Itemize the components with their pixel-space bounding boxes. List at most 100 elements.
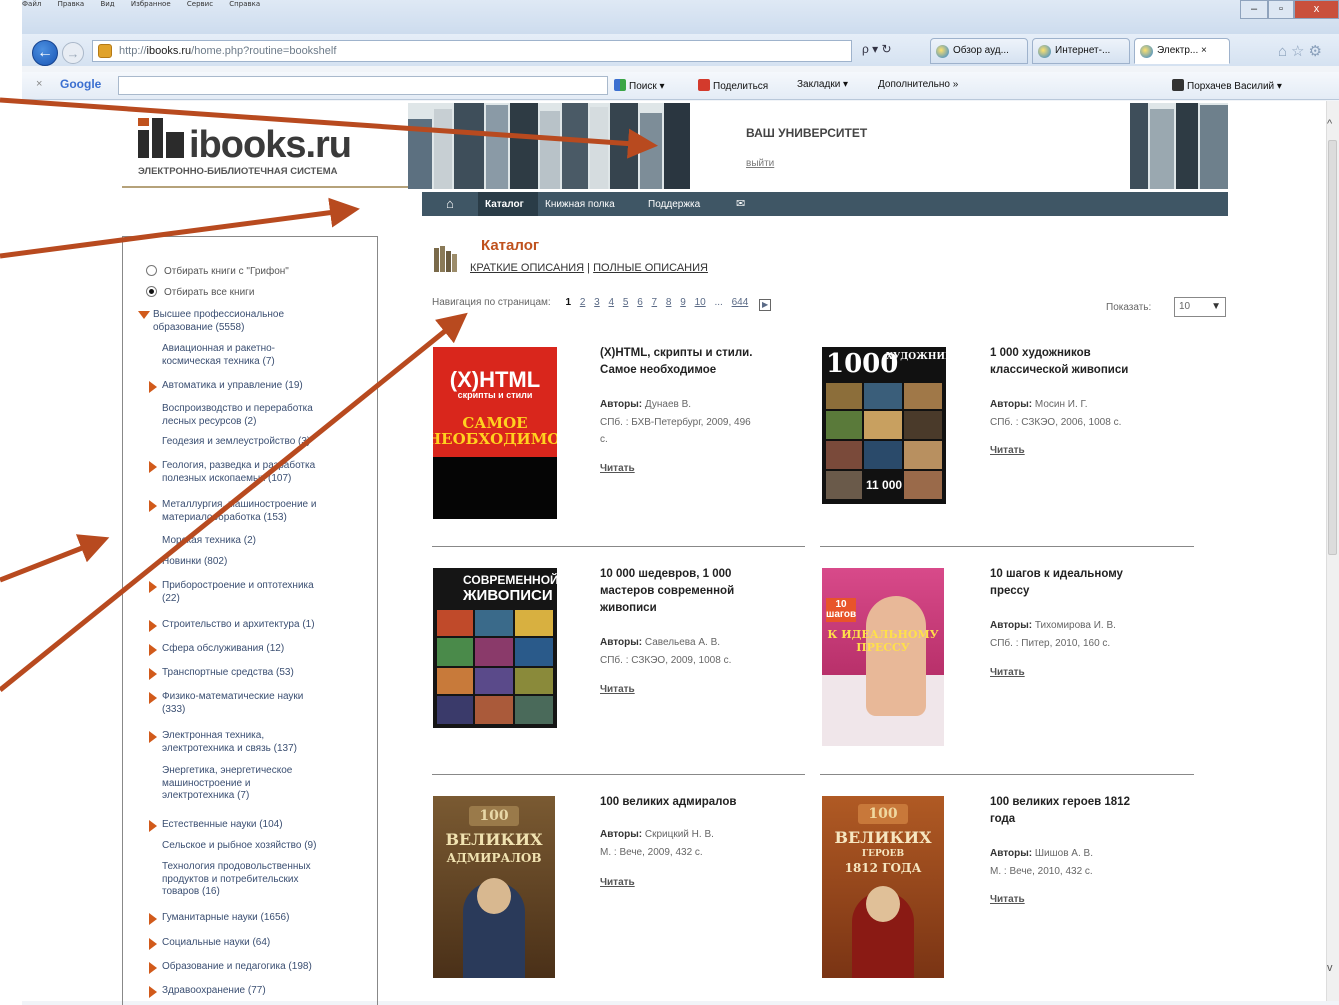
minimize-button[interactable]: – [1240,0,1268,19]
category-item[interactable]: Транспортные средства (53) [149,667,294,680]
filter-all-radio[interactable]: Отбирать все книги [146,286,254,298]
book-title[interactable]: 10 шагов к идеальному прессу [990,566,1123,600]
scroll-up-icon[interactable]: ^ [1327,118,1332,130]
read-link[interactable]: Читать [990,894,1025,905]
category-item[interactable]: Новинки (802) [162,556,227,569]
category-item[interactable]: Сельское и рыбное хозяйство (9) [162,840,316,853]
category-item[interactable]: Приборостроение и оптотехника (22) [149,580,314,605]
category-item[interactable]: Физико-математические науки (333) [149,691,303,716]
page-link[interactable]: 8 [666,297,672,308]
tab-1[interactable]: Обзор ауд... [930,38,1028,64]
collapsed-triangle-icon [149,913,157,925]
home-icon[interactable]: ⌂ [446,196,454,211]
category-item[interactable]: Технология продовольственных продуктов и … [162,861,311,899]
page-link[interactable]: 6 [637,297,643,308]
cover-text: СОВРЕМЕННОЙ [463,573,557,587]
nav-bookshelf[interactable]: Книжная полка [545,199,615,210]
category-item[interactable]: Авиационная и ракетно-космическая техник… [162,343,275,368]
category-higher-education[interactable]: Высшее профессиональное образование (5558… [138,309,284,334]
maximize-button[interactable]: ▫ [1268,0,1294,19]
category-item[interactable]: Автоматика и управление (19) [149,380,303,393]
tab-3-active[interactable]: Электр... × [1134,38,1230,64]
menu-file[interactable]: Файл [22,0,41,8]
category-item[interactable]: Гуманитарные науки (1656) [149,912,289,925]
logout-link[interactable]: выйти [746,158,774,169]
university-title: ВАШ УНИВЕРСИТЕТ [746,126,868,140]
next-page-icon[interactable]: ▶ [759,299,772,311]
page-link[interactable]: 5 [623,297,629,308]
site-logo-text[interactable]: ibooks.ru [189,124,352,167]
book-title[interactable]: 100 великих героев 1812 года [990,794,1130,828]
row-separator [820,774,1194,775]
category-item[interactable]: Воспроизводство и переработка лесных ресу… [162,403,313,428]
category-item[interactable]: Электронная техника, электротехника и свя… [149,730,297,755]
book-title[interactable]: (X)HTML, скрипты и стили. Самое необходим… [600,345,752,379]
page-link[interactable]: 7 [652,297,658,308]
nav-support[interactable]: Поддержка [648,199,700,210]
filter-grifon-radio[interactable]: Отбирать книги с "Грифон" [146,265,289,277]
page-link[interactable]: 3 [594,297,600,308]
menu-help[interactable]: Справка [229,0,260,8]
address-search-refresh[interactable]: ρ ▾ ↻ [862,42,892,56]
category-item[interactable]: Морская техника (2) [162,535,256,548]
book-cover-xhtml[interactable]: (X)HTML скрипты и стили САМОЕ НЕОБХОДИМО… [433,347,557,519]
category-item[interactable]: Строительство и архитектура (1) [149,619,315,632]
category-item[interactable]: Энергетика, энергетическое машиностроение… [162,765,292,803]
toolbar-user-button[interactable]: Порхачев Василий ▾ [1172,79,1282,92]
book-title[interactable]: 1 000 художников классической живописи [990,345,1128,379]
page-link[interactable]: 2 [580,297,586,308]
google-search-input[interactable] [118,76,608,95]
category-item[interactable]: Сфера обслуживания (12) [149,643,284,656]
browser-menu-bar: Файл Правка Вид Избранное Сервис Справка [22,0,382,10]
page-link[interactable]: 9 [680,297,686,308]
category-item[interactable]: Образование и педагогика (198) [149,961,312,974]
category-item[interactable]: Здравоохранение (77) [149,985,266,998]
book-cover-10-steps[interactable]: 10 шагов К ИДЕАЛЬНОМУ ПРЕССУ [822,568,944,746]
category-item[interactable]: Металлургия, машиностроение и материалооб… [149,499,316,524]
read-link[interactable]: Читать [990,667,1025,678]
book-cover-1000-artists[interactable]: 1000 ХУДОЖНИКОВ 11 000 [822,347,946,504]
nav-catalog[interactable]: Каталог [485,199,524,210]
book-cover-100-heroes-1812[interactable]: 100 ВЕЛИКИХ ГЕРОЕВ 1812 ГОДА [822,796,944,978]
page-last[interactable]: 644 [732,297,749,308]
scroll-down-icon[interactable]: v [1327,962,1333,974]
toolbar-bookmarks-button[interactable]: Закладки ▾ [797,79,848,90]
read-link[interactable]: Читать [990,445,1025,456]
book-cover-100-admirals[interactable]: 100 ВЕЛИКИХ АДМИРАЛОВ [433,796,555,978]
toolbar-close-button[interactable]: × [36,78,42,90]
tab-2[interactable]: Интернет-... [1032,38,1130,64]
book-title[interactable]: 10 000 шедевров, 1 000 мастеров современн… [600,566,734,617]
category-item[interactable]: Социальные науки (64) [149,937,270,950]
page-link[interactable]: 4 [609,297,615,308]
book-cover-10000-masterpieces[interactable]: СОВРЕМЕННОЙ ЖИВОПИСИ [433,568,557,728]
address-bar[interactable]: http://ibooks.ru/home.php?routine=booksh… [92,40,852,62]
menu-edit[interactable]: Правка [58,0,85,8]
scrollbar-thumb[interactable] [1328,140,1337,555]
read-link[interactable]: Читать [600,684,635,695]
book-authors: Авторы: Савельева А. В. [600,637,721,648]
toolbar-share-button[interactable]: Поделиться [698,79,768,92]
menu-view[interactable]: Вид [100,0,114,8]
mail-icon[interactable]: ✉ [736,197,745,210]
category-item[interactable]: Геология, разведка и разработка полезных … [149,460,315,485]
row-separator [432,546,805,547]
toolbar-more-button[interactable]: Дополнительно » [878,79,958,90]
category-item[interactable]: Геодезия и землеустройство (3) [162,436,310,449]
toolbar-search-button[interactable]: Поиск ▾ [614,79,665,92]
book-title[interactable]: 100 великих адмиралов [600,794,736,811]
read-link[interactable]: Читать [600,877,635,888]
collapsed-triangle-icon [149,581,157,593]
forward-button[interactable]: → [62,42,84,64]
menu-favorites[interactable]: Избранное [131,0,171,8]
category-item[interactable]: Естественные науки (104) [149,819,283,832]
home-favorites-icons[interactable]: ⌂☆⚙ [1278,42,1326,60]
page-link[interactable]: 10 [695,297,706,308]
back-button[interactable]: ← [32,40,58,66]
read-link[interactable]: Читать [600,463,635,474]
view-full-link[interactable]: ПОЛНЫЕ ОПИСАНИЯ [593,262,708,274]
menu-tools[interactable]: Сервис [187,0,213,8]
close-window-button[interactable]: x [1294,0,1339,19]
slide: Файл Правка Вид Избранное Сервис Справка… [0,0,1339,1005]
show-count-select[interactable]: 10 ▼ [1174,297,1226,317]
view-short-link[interactable]: КРАТКИЕ ОПИСАНИЯ [470,262,584,274]
